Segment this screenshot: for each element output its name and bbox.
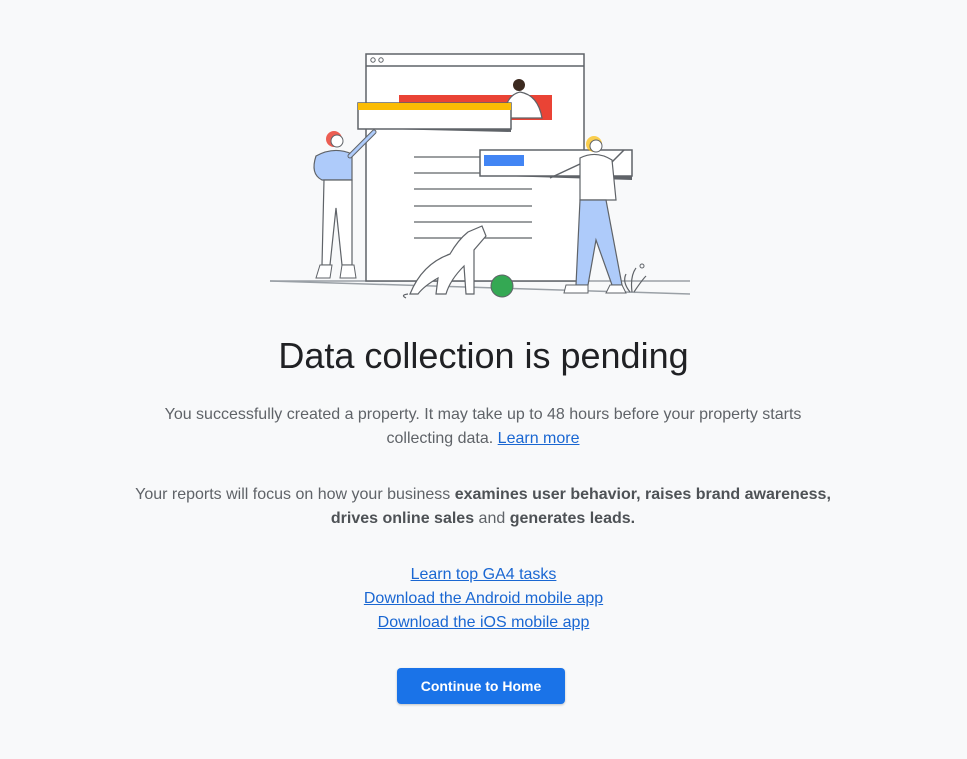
focus-prefix: Your reports will focus on how your busi… <box>135 486 455 503</box>
focus-text: Your reports will focus on how your busi… <box>133 483 833 531</box>
focus-bold-leads: generates leads. <box>509 510 636 527</box>
continue-to-home-button[interactable]: Continue to Home <box>397 668 565 704</box>
data-collection-illustration <box>269 53 691 299</box>
page-title: Data collection is pending <box>278 335 689 376</box>
learn-ga4-tasks-link[interactable]: Learn top GA4 tasks <box>411 563 557 587</box>
intro-text: You successfully created a property. It … <box>133 403 833 451</box>
ios-app-link[interactable]: Download the iOS mobile app <box>378 611 590 635</box>
page: Data collection is pending You successfu… <box>0 0 967 759</box>
intro-message: You successfully created a property. It … <box>164 406 802 447</box>
android-app-link[interactable]: Download the Android mobile app <box>364 587 603 611</box>
focus-middle: and <box>474 510 510 527</box>
resource-links: Learn top GA4 tasks Download the Android… <box>0 563 967 635</box>
learn-more-link[interactable]: Learn more <box>498 430 580 447</box>
